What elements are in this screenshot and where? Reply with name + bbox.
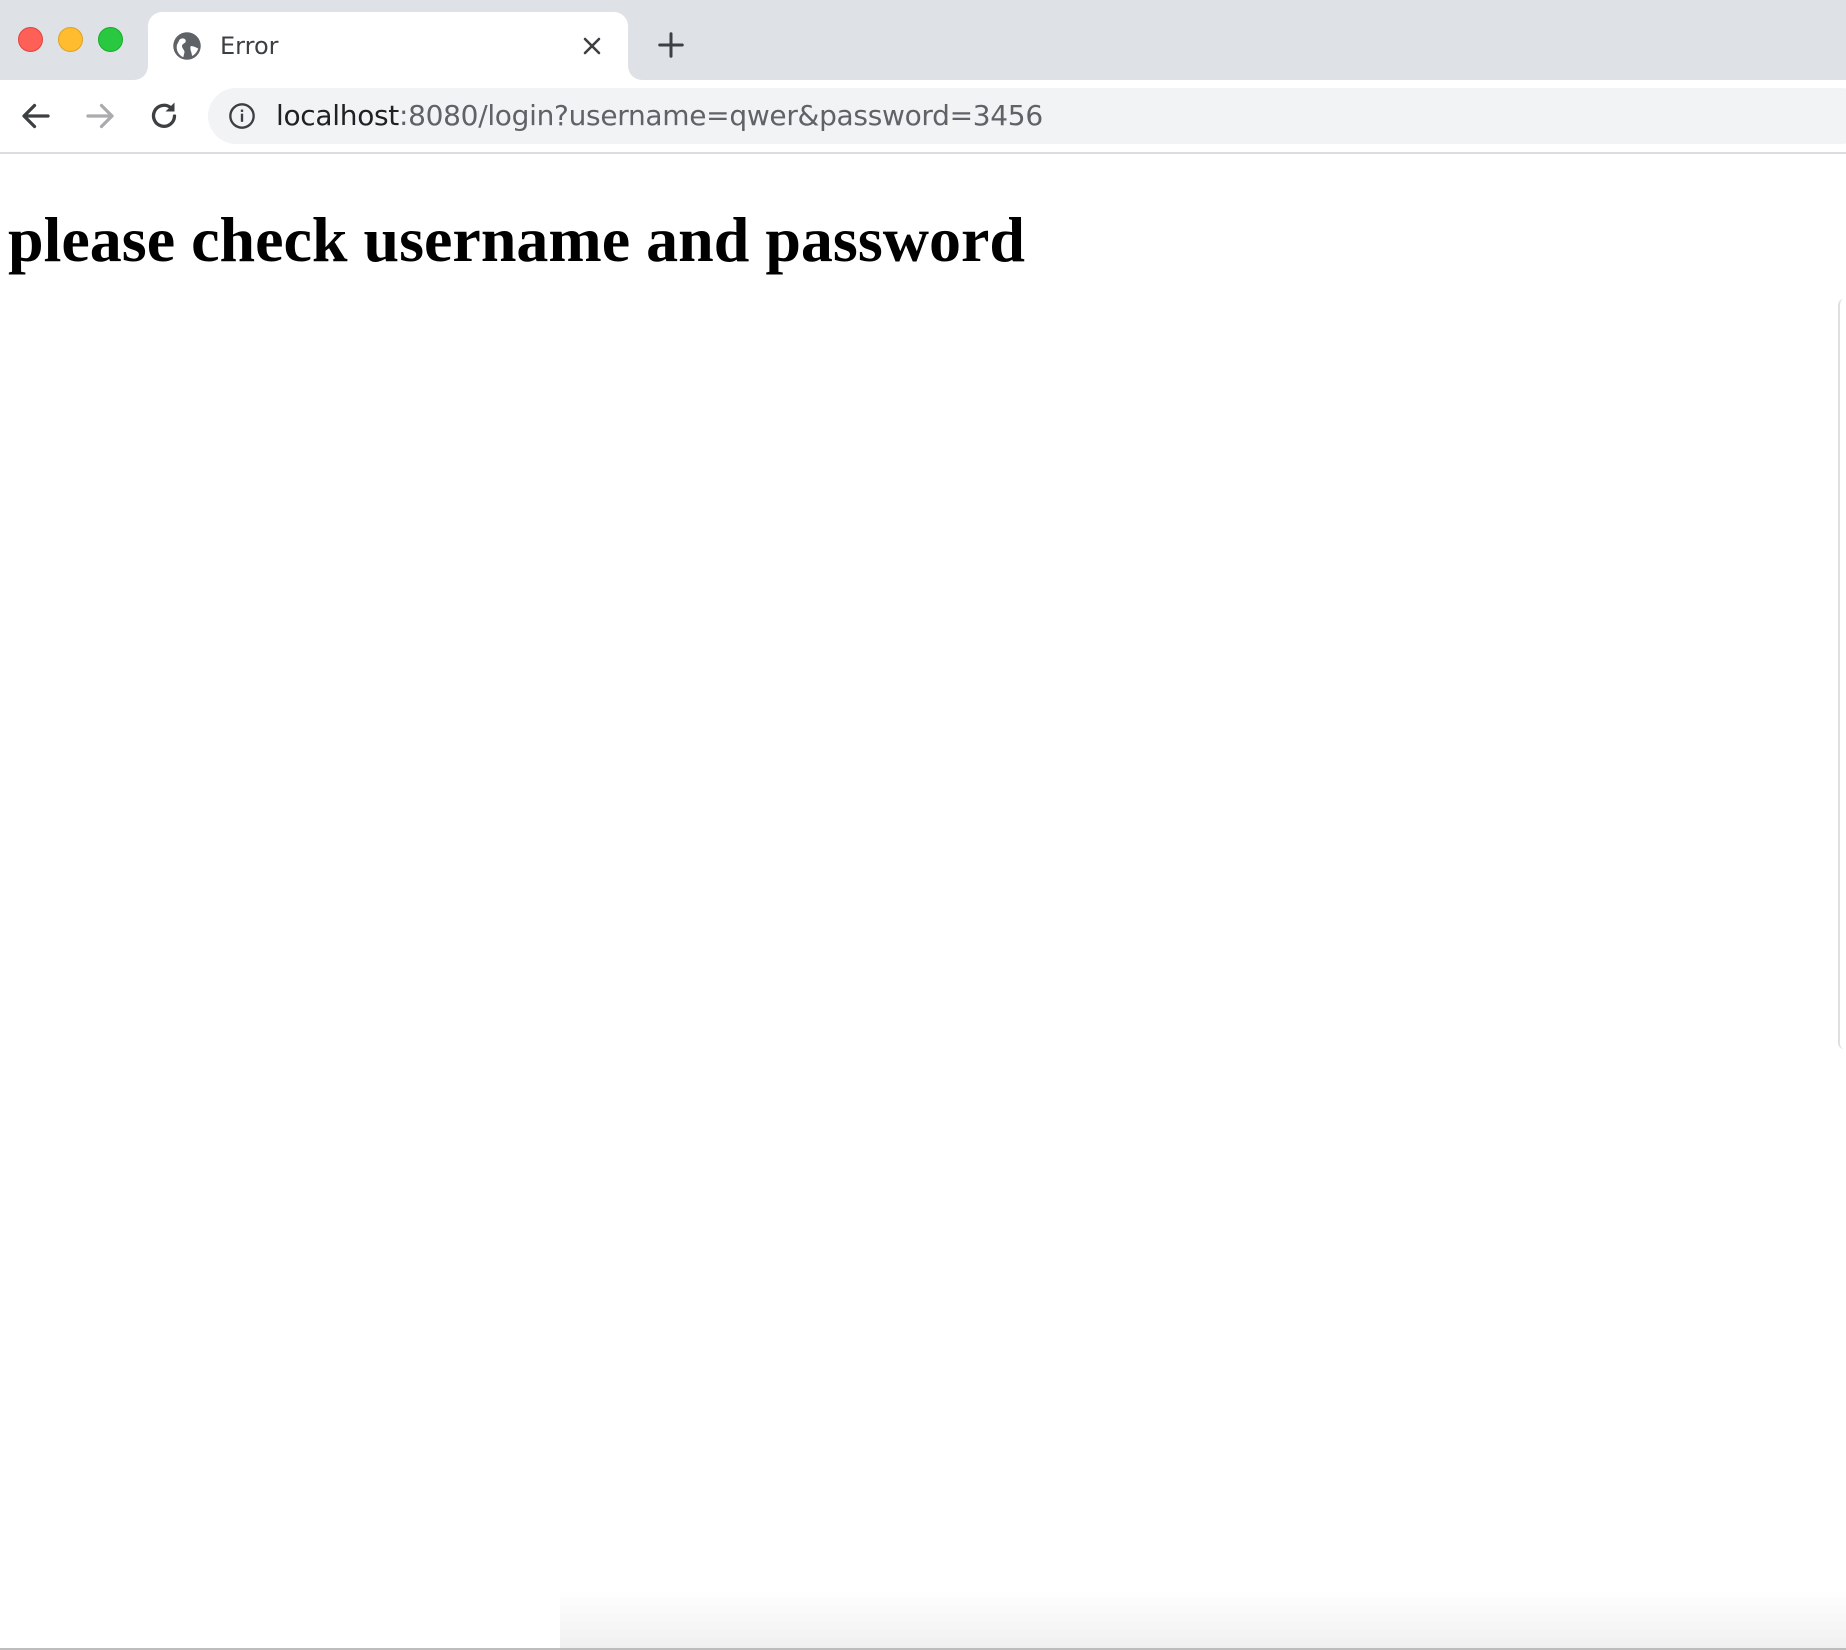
tab-strip: Error — [0, 0, 1846, 80]
bottom-shadow — [560, 1590, 1846, 1650]
reload-icon[interactable] — [146, 98, 182, 134]
address-bar[interactable]: localhost:8080/login?username=qwer&passw… — [208, 88, 1846, 144]
address-url[interactable]: localhost:8080/login?username=qwer&passw… — [276, 101, 1043, 131]
url-path: :8080/login?username=qwer&password=3456 — [399, 99, 1043, 132]
page-content: please check username and password — [0, 154, 1846, 1650]
browser-toolbar: localhost:8080/login?username=qwer&passw… — [0, 80, 1846, 154]
tab-title: Error — [220, 32, 279, 60]
arrow-right-icon[interactable] — [82, 98, 118, 134]
window-zoom-button[interactable] — [98, 27, 123, 52]
info-icon[interactable] — [228, 102, 256, 130]
side-panel-edge — [1838, 299, 1846, 1049]
tab-error[interactable]: Error — [148, 12, 628, 80]
url-host: localhost — [276, 99, 399, 132]
close-icon[interactable] — [580, 34, 604, 58]
window-minimize-button[interactable] — [58, 27, 83, 52]
globe-icon — [173, 32, 201, 60]
page-heading: please check username and password — [8, 204, 1025, 275]
window-close-button[interactable] — [18, 27, 43, 52]
plus-icon[interactable] — [656, 30, 686, 60]
arrow-left-icon[interactable] — [18, 98, 54, 134]
browser-window: Error localhost:8080/login?username=qwer… — [0, 0, 1846, 1650]
